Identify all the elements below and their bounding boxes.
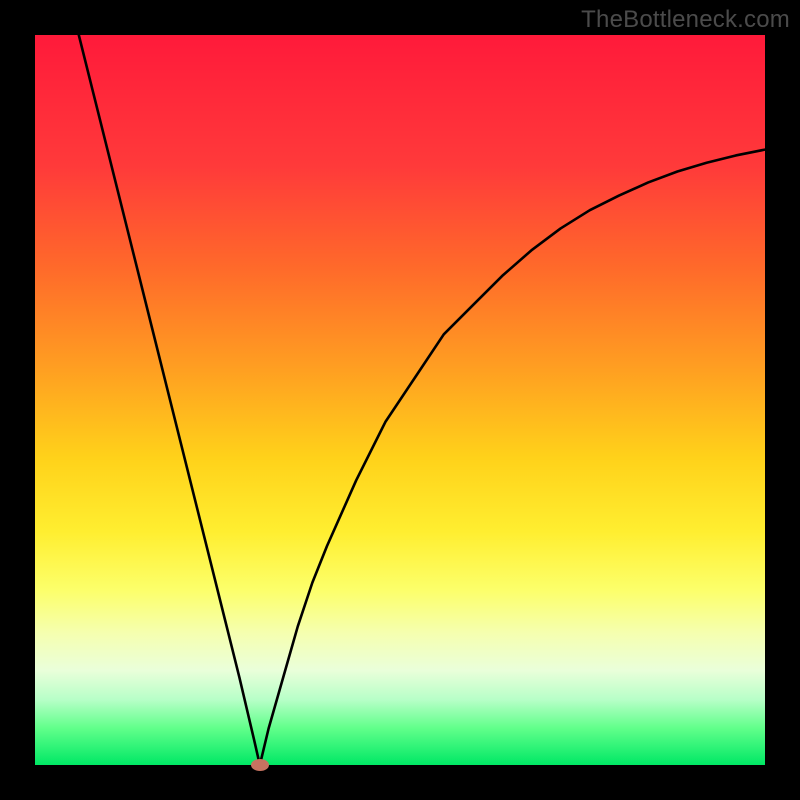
plot-area — [35, 35, 765, 765]
bottleneck-curve — [35, 35, 765, 765]
optimal-point-marker — [251, 759, 269, 771]
chart-frame: TheBottleneck.com — [0, 0, 800, 800]
watermark-text: TheBottleneck.com — [581, 6, 790, 34]
